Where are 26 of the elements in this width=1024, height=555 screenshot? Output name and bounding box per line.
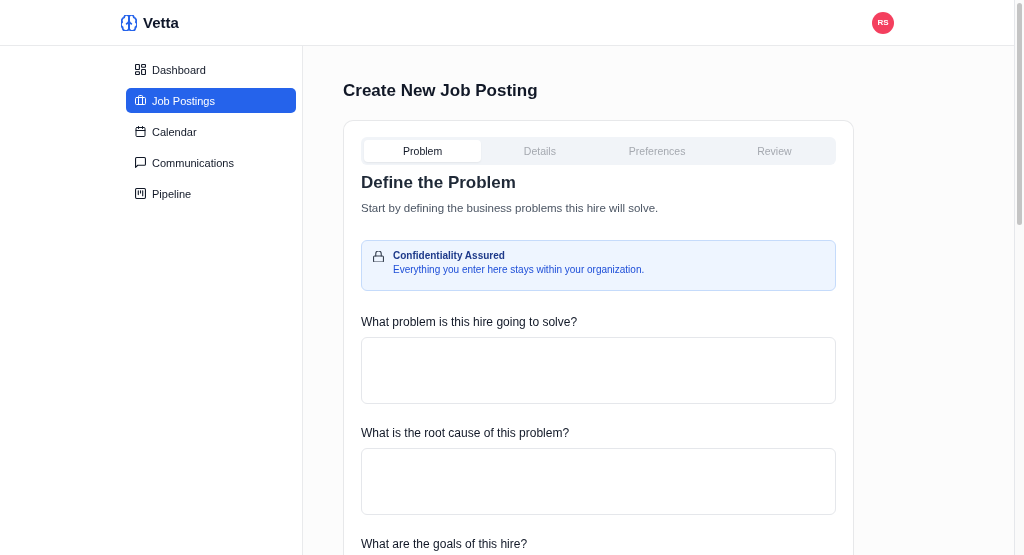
kanban-icon <box>135 188 146 199</box>
sidebar-item[interactable]: Calendar <box>126 119 296 144</box>
user-avatar[interactable]: RS <box>872 11 894 34</box>
question-label: What problem is this hire going to solve? <box>361 315 579 330</box>
calendar-icon <box>135 126 146 137</box>
section-title: Define the Problem <box>361 172 517 194</box>
grid-icon <box>135 64 146 75</box>
answer-field[interactable] <box>361 337 836 404</box>
brain-icon <box>121 14 137 31</box>
sidebar-item[interactable]: Communications <box>126 150 296 175</box>
question-label: What are the goals of this hire? <box>361 537 529 552</box>
question-label: What is the root cause of this problem? <box>361 426 571 441</box>
sidebar-item[interactable]: Dashboard <box>126 57 296 82</box>
notice-text: Everything you enter here stays within your organization. <box>393 263 645 277</box>
app-name: Vetta <box>143 14 179 31</box>
answer-field[interactable] <box>361 448 836 515</box>
sidebar-item[interactable]: Job Postings <box>126 88 296 113</box>
chat-icon <box>135 157 146 168</box>
scrollbar-thumb[interactable] <box>1017 3 1022 225</box>
lock-icon <box>373 251 384 262</box>
step-tab[interactable]: Problem <box>364 140 482 162</box>
sidebar-item[interactable]: Pipeline <box>126 181 296 206</box>
page-title: Create New Job Posting <box>343 80 539 102</box>
notice-title: Confidentiality Assured <box>393 249 506 263</box>
section-description: Start by defining the business problems this hire will solve. <box>361 201 660 216</box>
briefcase-icon <box>135 95 146 106</box>
